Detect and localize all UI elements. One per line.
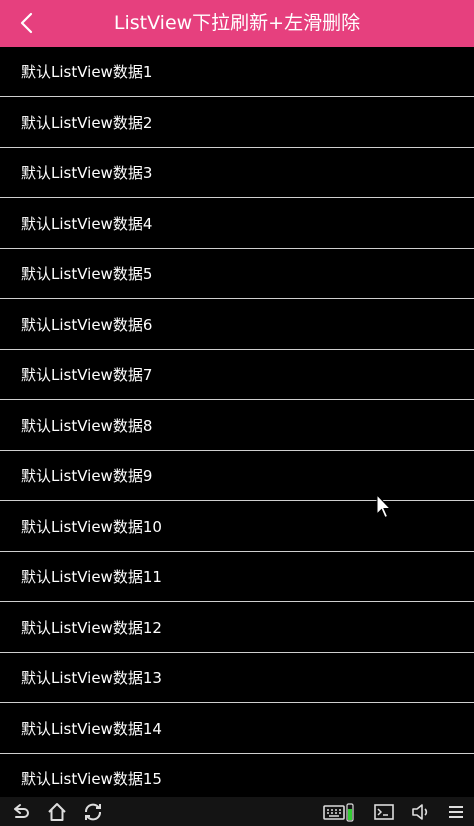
list-item[interactable]: 默认ListView数据2 <box>0 98 474 148</box>
list-item-label: 默认ListView数据5 <box>21 265 153 283</box>
list-item-label: 默认ListView数据13 <box>21 669 162 687</box>
list-item-label: 默认ListView数据11 <box>21 568 162 586</box>
list-item[interactable]: 默认ListView数据8 <box>0 401 474 451</box>
list-item-label: 默认ListView数据9 <box>21 467 153 485</box>
list-item-label: 默认ListView数据4 <box>21 215 153 233</box>
list-item-label: 默认ListView数据14 <box>21 720 162 738</box>
menu-icon[interactable] <box>444 800 468 824</box>
app-screen: ListView下拉刷新+左滑删除 默认ListView数据1 默认ListVi… <box>0 0 474 826</box>
list-item[interactable]: 默认ListView数据10 <box>0 502 474 552</box>
list-item[interactable]: 默认ListView数据9 <box>0 451 474 501</box>
list-item[interactable]: 默认ListView数据7 <box>0 350 474 400</box>
listview[interactable]: 默认ListView数据1 默认ListView数据2 默认ListView数据… <box>0 47 474 797</box>
list-item-label: 默认ListView数据10 <box>21 518 162 536</box>
system-nav-bar <box>0 797 474 826</box>
home-icon[interactable] <box>45 800 69 824</box>
list-item-label: 默认ListView数据15 <box>21 770 162 788</box>
list-item-label: 默认ListView数据1 <box>21 63 153 81</box>
list-item[interactable]: 默认ListView数据12 <box>0 603 474 653</box>
list-item-label: 默认ListView数据6 <box>21 316 153 334</box>
list-item-label: 默认ListView数据8 <box>21 417 153 435</box>
list-item[interactable]: 默认ListView数据6 <box>0 300 474 350</box>
list-item-label: 默认ListView数据2 <box>21 114 153 132</box>
list-item[interactable]: 默认ListView数据14 <box>0 704 474 754</box>
list-item-label: 默认ListView数据7 <box>21 366 153 384</box>
list-item[interactable]: 默认ListView数据1 <box>0 47 474 97</box>
list-item[interactable]: 默认ListView数据5 <box>0 249 474 299</box>
list-item-label: 默认ListView数据3 <box>21 164 153 182</box>
title-bar: ListView下拉刷新+左滑删除 <box>0 0 474 47</box>
battery-icon <box>343 800 357 824</box>
list-item[interactable]: 默认ListView数据4 <box>0 199 474 249</box>
list-item[interactable]: 默认ListView数据15 <box>0 754 474 797</box>
terminal-icon[interactable] <box>372 800 396 824</box>
page-title: ListView下拉刷新+左滑删除 <box>113 12 361 34</box>
volume-icon[interactable] <box>408 800 432 824</box>
list-item[interactable]: 默认ListView数据13 <box>0 653 474 703</box>
back-icon[interactable] <box>9 800 33 824</box>
list-item[interactable]: 默认ListView数据3 <box>0 148 474 198</box>
mouse-pointer-icon <box>376 494 392 519</box>
recent-apps-icon[interactable] <box>81 800 105 824</box>
list-item-label: 默认ListView数据12 <box>21 619 162 637</box>
list-item[interactable]: 默认ListView数据11 <box>0 552 474 602</box>
